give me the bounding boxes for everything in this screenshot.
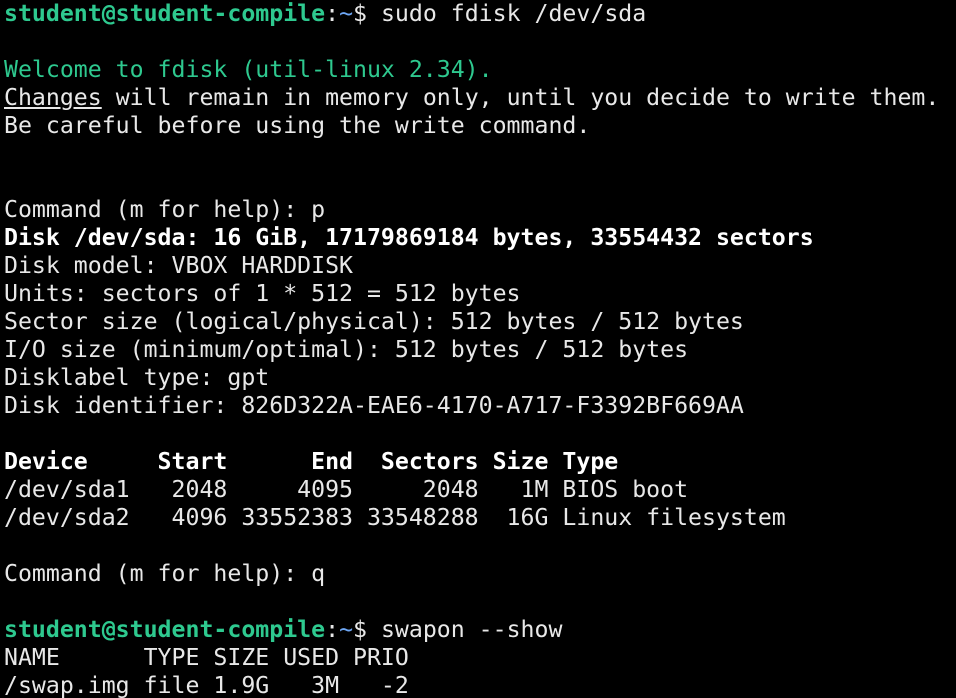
disk-sector-size: Sector size (logical/physical): 512 byte… xyxy=(4,308,744,335)
fdisk-careful-notice: Be careful before using the write comman… xyxy=(4,112,591,139)
disk-units: Units: sectors of 1 * 512 = 512 bytes xyxy=(4,280,521,307)
prompt-line-swapon: student@student-compile:~$ swapon --show xyxy=(4,616,956,644)
swap-table-header: NAME TYPE SIZE USED PRIO xyxy=(4,644,409,671)
command-text: sudo fdisk /dev/sda xyxy=(380,0,647,27)
prompt-user-host: student@student-compile xyxy=(4,0,326,27)
prompt-colon: : xyxy=(325,616,340,643)
prompt-user-host: student@student-compile xyxy=(4,616,326,643)
prompt-line-fdisk: student@student-compile:~$ sudo fdisk /d… xyxy=(4,0,956,28)
fdisk-changes-notice: Changes will remain in memory only, unti… xyxy=(4,84,956,112)
disk-io-size: I/O size (minimum/optimal): 512 bytes / … xyxy=(4,336,689,363)
fdisk-welcome: Welcome to fdisk (util-linux 2.34). xyxy=(4,56,493,83)
prompt-dollar: $ xyxy=(353,616,381,643)
disklabel-type: Disklabel type: gpt xyxy=(4,364,270,391)
command-text: swapon --show xyxy=(380,616,563,643)
command-prompt-q: Command (m for help): q xyxy=(4,560,326,587)
changes-word: Changes xyxy=(4,84,102,111)
partition-table-header: Device Start End Sectors Size Type xyxy=(4,448,619,475)
prompt-path: ~ xyxy=(339,616,354,643)
prompt-dollar: $ xyxy=(353,0,381,27)
disk-model: Disk model: VBOX HARDDISK xyxy=(4,252,354,279)
prompt-colon: : xyxy=(325,0,340,27)
prompt-path: ~ xyxy=(339,0,354,27)
partition-row: /dev/sda1 2048 4095 2048 1M BIOS boot xyxy=(4,476,689,503)
command-prompt-p: Command (m for help): p xyxy=(4,196,326,223)
terminal-window[interactable]: student@student-compile:~$ sudo fdisk /d… xyxy=(0,0,956,698)
partition-row: /dev/sda2 4096 33552383 33548288 16G Lin… xyxy=(4,504,786,531)
disk-header: Disk /dev/sda: 16 GiB, 17179869184 bytes… xyxy=(4,224,814,251)
disk-identifier: Disk identifier: 826D322A-EAE6-4170-A717… xyxy=(4,392,744,419)
changes-rest: will remain in memory only, until you de… xyxy=(101,84,940,111)
swap-row: /swap.img file 1.9G 3M -2 xyxy=(4,672,409,698)
